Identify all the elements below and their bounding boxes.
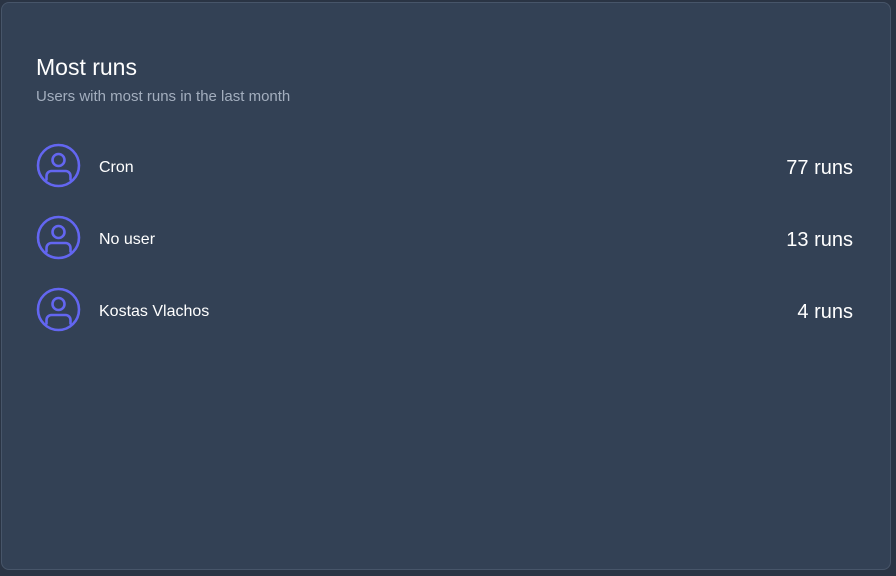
user-circle-icon [36,287,81,332]
list-item: Cron 77 runs [36,141,853,213]
user-circle-icon [36,215,81,260]
user-runs-list: Cron 77 runs No user 13 runs Kostas Vlac… [36,141,853,357]
run-count: 4 runs [797,301,853,323]
list-item: Kostas Vlachos 4 runs [36,285,853,357]
card-subtitle: Users with most runs in the last month [36,88,291,105]
run-count: 77 runs [786,157,853,179]
run-count: 13 runs [786,229,853,251]
most-runs-card: Most runs Users with most runs in the la… [1,2,891,570]
user-circle-icon [36,143,81,188]
user-name: Cron [99,159,134,176]
list-item: No user 13 runs [36,213,853,285]
user-name: Kostas Vlachos [99,303,210,320]
user-name: No user [99,231,156,248]
card-title: Most runs [36,54,137,80]
